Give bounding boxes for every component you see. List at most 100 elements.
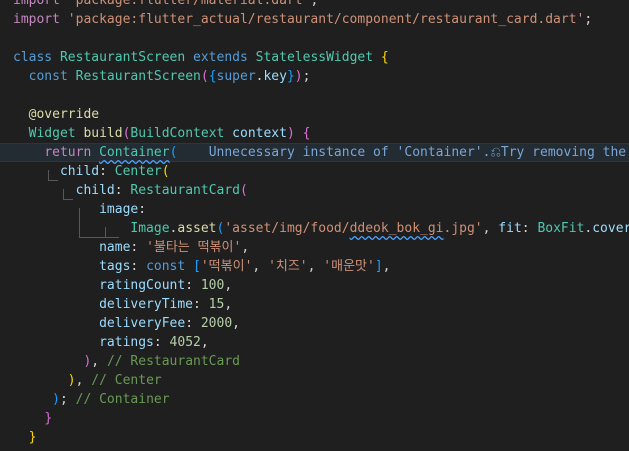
code-line[interactable]: child: RestaurantCard( [0,181,629,200]
code-token: { [208,69,217,84]
indent-guide [63,189,64,199]
code-token: ; [584,12,593,27]
code-token: ) [67,373,76,388]
code-line[interactable]: deliveryFee: 2000, [0,314,629,333]
code-line[interactable]: child: Center( [0,162,629,181]
code-line[interactable]: } [0,428,629,447]
code-token: super [216,69,256,84]
code-line[interactable]: Widget build(BuildContext context) { [0,124,629,143]
indent-guide [48,170,49,180]
code-token: [ [193,259,201,274]
code-line[interactable]: } [0,409,629,428]
code-token: 100 [200,278,225,293]
code-line[interactable]: ), // Center [0,371,629,390]
code-token: '불타는 떡볶이' [146,240,242,255]
code-editor[interactable]: import 'package:flutter/material.dart'; i… [0,0,629,451]
code-line[interactable]: const RestaurantScreen({super.key}); [0,67,629,86]
code-line[interactable]: ); // Container [0,390,629,409]
indent-guide-connector [63,199,73,200]
code-token: ( [161,164,170,179]
code-token: ) [294,69,303,84]
code-token: return [44,145,92,160]
code-token: , [241,240,250,255]
code-token: const [146,259,186,274]
code-token: '매운맛' [323,259,375,274]
code-token: : [153,335,170,350]
code-token: , [224,297,233,312]
code-line[interactable] [0,86,629,105]
code-line[interactable]: @override [0,105,629,124]
indent-guide [79,208,80,237]
inline-diagnostic-hint: Unnecessary instance of 'Container'. [177,145,491,160]
code-token: RestaurantCard [130,183,240,198]
code-line[interactable]: image: [0,200,629,219]
code-line[interactable]: tags: const ['떡볶이', '치즈', '매운맛'], [0,257,629,276]
code-token: '떡볶이' [200,259,253,274]
code-token: : [185,316,201,331]
code-token: { [302,126,311,141]
code-line[interactable]: ratings: 4052, [0,333,629,352]
code-line[interactable]: name: '불타는 떡볶이', [0,238,629,257]
lightbulb-icon[interactable]: ⎌ [490,144,500,161]
indent-guide-connector [48,180,58,181]
code-line[interactable]: import 'package:flutter/material.dart'; [0,0,629,10]
code-token: } [28,430,37,445]
code-token: fit [498,221,522,236]
code-token: BoxFit [537,221,585,236]
code-token: name [99,240,131,255]
code-line[interactable]: deliveryTime: 15, [0,295,629,314]
code-token: Image [130,221,170,236]
code-token: 15 [208,297,225,312]
code-token: 4052 [169,335,201,350]
inline-diagnostic-hint: Try removing the 'Container' [500,145,627,160]
code-token: image [91,202,139,217]
code-line[interactable]: Image.asset('asset/img/food/ddeok_bok_gi… [0,219,629,238]
code-token: : [99,164,115,179]
code-line[interactable]: class RestaurantScreen extends Stateless… [0,48,629,67]
code-token: import [13,12,60,27]
code-token: , [252,259,269,274]
code-token: 'package:flutter/material.dart' [67,0,311,8]
code-token: : [138,202,147,217]
code-line[interactable]: import 'package:flutter_actual/restauran… [0,10,629,29]
code-token: class [13,50,53,65]
code-token: : [130,240,147,255]
code-token: deliveryTime [99,297,194,312]
code-token: child [59,164,100,179]
code-token: , [200,335,209,350]
code-token: const [28,69,68,84]
code-token: , [307,259,324,274]
code-token: StatelessWidget [255,50,374,65]
code-line-current[interactable]: return Container( Unnecessary instance o… [0,143,629,162]
code-token: : [130,259,147,274]
code-token: , [224,278,233,293]
code-token: ratingCount [99,278,186,293]
code-token: 'package:flutter_actual/restaurant/compo… [67,12,585,27]
code-line[interactable] [0,29,629,48]
code-line[interactable]: ), // RestaurantCard [0,352,629,371]
code-token: : [521,221,538,236]
code-line[interactable]: ratingCount: 100, [0,276,629,295]
code-token: asset [177,221,217,236]
code-token: , [232,316,240,331]
code-token: // RestaurantCard [106,354,240,369]
